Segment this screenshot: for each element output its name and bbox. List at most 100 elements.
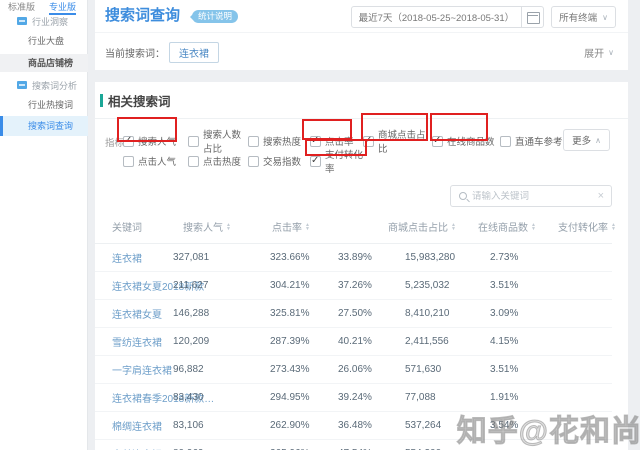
keyword-search-input[interactable] (472, 191, 591, 202)
checkbox-icon[interactable] (188, 136, 199, 147)
sort-icon[interactable]: ▲▼ (226, 223, 231, 231)
cell-online-items: 2,411,556 (405, 336, 490, 347)
checkbox-label: 搜索热度 (263, 134, 301, 148)
column-header-pay-conversion[interactable]: 支付转化率▲▼ (558, 219, 616, 234)
sidebar-group-industry-insight[interactable]: 行业洞察 (0, 13, 88, 29)
keyword-link[interactable]: 连衣裙女夏 (112, 306, 173, 321)
keyword-search-box[interactable]: × (450, 185, 612, 207)
checkbox-mall-click-ratio[interactable]: 商城点击占比 (363, 127, 432, 155)
current-term-row: 当前搜索词： 连衣裙 展开 ∨ (95, 32, 628, 63)
current-search-term-chip[interactable]: 连衣裙 (169, 42, 219, 63)
sort-icon[interactable]: ▲▼ (451, 223, 456, 231)
keyword-link[interactable]: 连衣裙女夏2018新款 (112, 278, 173, 293)
checkbox-label: 搜索人数占比 (203, 127, 248, 155)
table-row: 连衣裙 327,081 323.66% 33.89% 15,983,280 2.… (95, 244, 612, 272)
checkbox-searcher-ratio[interactable]: 搜索人数占比 (188, 127, 248, 155)
sidebar-item-search-word-query[interactable]: 搜索词查询 (0, 116, 88, 136)
checkbox-icon[interactable] (188, 156, 199, 167)
checkbox-icon[interactable] (310, 136, 321, 147)
keyword-link[interactable]: 棉绸连衣裙 (112, 418, 173, 433)
checkbox-pay-conversion[interactable]: 支付转化率 (310, 147, 370, 175)
checkbox-click-heat[interactable]: 点击热度 (188, 154, 248, 168)
checkbox-label: 交易指数 (263, 154, 301, 168)
cell-online-items: 15,983,280 (405, 252, 490, 263)
sort-icon[interactable]: ▲▼ (531, 223, 536, 231)
cell-mall-click-ratio: 33.89% (338, 252, 405, 263)
table-row: 连衣裙女夏 146,288 325.81% 27.50% 8,410,210 3… (95, 300, 612, 328)
query-header-card: 搜索词查询 统计说明 最近7天（2018-05-25~2018-05-31） 所… (95, 0, 628, 70)
cell-search-popularity: 96,882 (173, 364, 270, 375)
watermark: 知乎@花和尚 (457, 406, 640, 450)
checkbox-trade-index[interactable]: 交易指数 (248, 154, 310, 168)
column-header-search-popularity[interactable]: 搜索人气▲▼ (183, 219, 272, 234)
cell-search-popularity: 83,106 (173, 420, 270, 431)
terminal-select-value: 所有终端 (559, 10, 597, 24)
checkbox-online-items[interactable]: 在线商品数 (432, 134, 500, 148)
checkbox-icon[interactable] (248, 156, 259, 167)
cell-pay-conversion: 3.51% (490, 280, 612, 291)
expand-toggle[interactable]: 展开 ∨ (584, 45, 614, 60)
keyword-link[interactable]: 连衣裙春季2018新款… (112, 390, 173, 405)
cell-online-items: 77,088 (405, 392, 490, 403)
checkbox-label: 商城点击占比 (378, 127, 432, 155)
keyword-link[interactable]: 雪纺连衣裙 (112, 334, 173, 349)
checkbox-icon[interactable] (500, 136, 511, 147)
cell-click-rate: 304.21% (270, 280, 338, 291)
cell-search-popularity: 327,081 (173, 252, 270, 263)
sidebar: 标准版 专业版 行业洞察 行业大盘 商品店铺榜 搜索词分析 行业热搜词 搜索词查… (0, 0, 88, 450)
cell-mall-click-ratio: 36.48% (338, 420, 405, 431)
more-button[interactable]: 更多 ∧ (563, 129, 610, 151)
checkbox-search-heat[interactable]: 搜索热度 (248, 134, 310, 148)
cell-click-rate: 294.95% (270, 392, 338, 403)
cell-online-items: 571,630 (405, 364, 490, 375)
sidebar-item-shop-ranking[interactable]: 商品店铺榜 (0, 54, 88, 72)
cell-online-items: 8,410,210 (405, 308, 490, 319)
search-icon (459, 192, 467, 200)
column-header-online-items[interactable]: 在线商品数▲▼ (478, 219, 558, 234)
checkbox-icon[interactable] (310, 156, 321, 167)
checkbox-search-popularity[interactable]: 搜索人气 (123, 134, 188, 148)
keyword-link[interactable]: 一字肩连衣裙 (112, 362, 173, 377)
checkbox-click-popularity[interactable]: 点击人气 (123, 154, 188, 168)
section-accent-bar (100, 94, 103, 107)
cell-click-rate: 273.43% (270, 364, 338, 375)
checkbox-icon[interactable] (432, 136, 443, 147)
date-controls: 最近7天（2018-05-25~2018-05-31） 所有终端 ∨ (351, 6, 616, 28)
cell-click-rate: 262.90% (270, 420, 338, 431)
cell-mall-click-ratio: 37.26% (338, 280, 405, 291)
checkbox-rows: 搜索人气 搜索人数占比 搜索热度 点击率 (123, 131, 628, 171)
sidebar-item-industry-board[interactable]: 行业大盘 (0, 32, 88, 50)
stats-note-badge[interactable]: 统计说明 (192, 10, 238, 23)
section-title: 相关搜索词 (108, 91, 171, 110)
checkbox-label: 搜索人气 (138, 134, 176, 148)
keyword-link[interactable]: 真丝连衣裙 (112, 446, 173, 450)
sort-icon[interactable]: ▲▼ (305, 223, 310, 231)
checkbox-icon[interactable] (363, 136, 374, 147)
sidebar-group-label: 搜索词分析 (32, 79, 77, 92)
checkbox-click-rate[interactable]: 点击率 (310, 134, 363, 148)
cell-mall-click-ratio: 39.24% (338, 392, 405, 403)
checkbox-label: 点击热度 (203, 154, 241, 168)
more-button-label: 更多 (572, 133, 591, 147)
chevron-down-icon: ∨ (608, 48, 614, 57)
section-header: 相关搜索词 (95, 82, 628, 119)
cell-mall-click-ratio: 40.21% (338, 336, 405, 347)
column-header-mall-click-ratio[interactable]: 商城点击占比▲▼ (388, 219, 478, 234)
sidebar-group-search-analysis[interactable]: 搜索词分析 (0, 77, 88, 93)
checkbox-icon[interactable] (123, 136, 134, 147)
checkbox-icon[interactable] (248, 136, 259, 147)
cell-mall-click-ratio: 27.50% (338, 308, 405, 319)
terminal-select[interactable]: 所有终端 ∨ (551, 6, 616, 28)
column-header-click-rate[interactable]: 点击率▲▼ (272, 219, 388, 234)
title-row: 搜索词查询 统计说明 最近7天（2018-05-25~2018-05-31） 所… (95, 0, 628, 32)
sidebar-item-hot-search-words[interactable]: 行业热搜词 (0, 96, 88, 114)
chevron-up-icon: ∧ (595, 136, 601, 145)
sort-icon[interactable]: ▲▼ (611, 223, 616, 231)
checkbox-icon[interactable] (123, 156, 134, 167)
cell-search-popularity: 120,209 (173, 336, 270, 347)
app-window: 标准版 专业版 行业洞察 行业大盘 商品店铺榜 搜索词分析 行业热搜词 搜索词查… (0, 0, 640, 450)
clear-icon[interactable]: × (591, 190, 611, 202)
checkbox-label: 支付转化率 (325, 147, 370, 175)
date-range-picker[interactable]: 最近7天（2018-05-25~2018-05-31） (351, 6, 545, 28)
date-range-text: 最近7天（2018-05-25~2018-05-31） (352, 10, 522, 24)
